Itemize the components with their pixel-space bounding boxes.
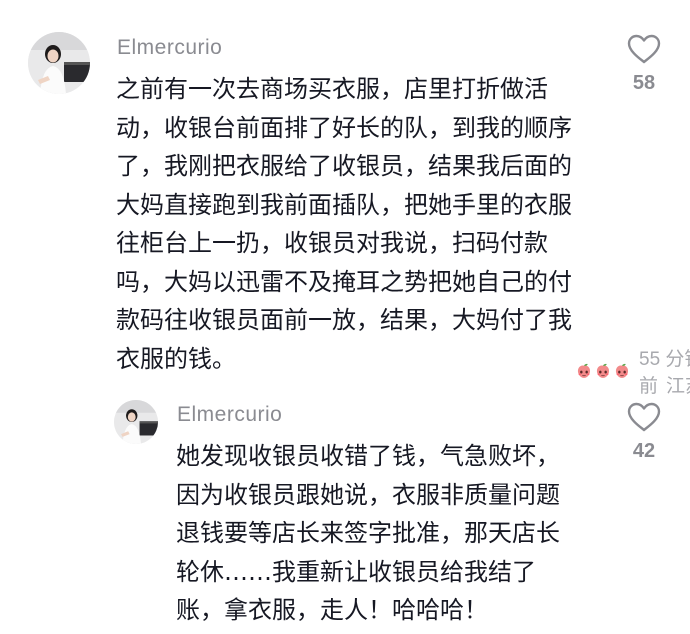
- comment-text-line: 之前有一次去商场买衣服，店里打折做活: [116, 75, 548, 103]
- reply-text-line: 账，拿衣服，走人！哈哈哈！: [176, 596, 488, 624]
- like-button[interactable]: 42: [612, 402, 676, 463]
- reply-text-line: 她发现收银员收错了钱，气急败坏，: [176, 442, 560, 470]
- like-count: 42: [632, 440, 656, 462]
- avatar[interactable]: [114, 400, 158, 444]
- comment-meta: 55 分钟前江苏: [639, 344, 690, 398]
- comment-location: 江苏: [666, 375, 690, 397]
- comment-text-line: 大妈直接跑到我前面插队，把她手里的衣服: [116, 190, 572, 219]
- heart-outline-icon: [627, 402, 661, 432]
- reply-text-line: 轮休……我重新让收银员给我结了: [176, 557, 536, 586]
- comment-text-line: 吗，大妈以迅雷不及掩耳之势把她自己的付: [116, 267, 572, 296]
- reply-text-line: 退钱要等店长来签字批准，那天店长: [176, 519, 560, 547]
- reply-text-line: 因为收银员跟她说，衣服非质量问题: [176, 480, 560, 509]
- comment-text-line: 款码往收银员面前一放，结果，大妈付了我: [116, 306, 572, 334]
- reply-text: 她发现收银员收错了钱，气急败坏， 因为收银员跟她说，衣服非质量问题 退钱要等店长…: [176, 437, 560, 630]
- comment-text-line: 了，我刚把衣服给了收银员，结果我后面的: [116, 152, 572, 180]
- peach-face-emoji: [615, 363, 629, 378]
- comment-text: 之前有一次去商场买衣服，店里打折做活 动，收银台前面排了好长的队，到我的顺序 了…: [116, 70, 572, 378]
- comment-text-line: 动，收银台前面排了好长的队，到我的顺序: [116, 113, 572, 142]
- comment-meta-row: 55 分钟前江苏: [576, 344, 690, 398]
- peach-face-emoji: [577, 363, 591, 378]
- like-count: 58: [632, 72, 656, 94]
- like-button[interactable]: 58: [612, 34, 676, 95]
- comment-username[interactable]: Elmercurio: [117, 36, 222, 60]
- comment-text-line: 往柜台上一扔，收银员对我说，扫码付款: [116, 229, 548, 257]
- reply-username[interactable]: Elmercurio: [177, 403, 282, 427]
- heart-outline-icon: [627, 34, 661, 64]
- avatar[interactable]: [28, 32, 90, 94]
- comment-text-line: 衣服的钱。: [116, 344, 236, 373]
- peach-face-emoji: [596, 363, 610, 378]
